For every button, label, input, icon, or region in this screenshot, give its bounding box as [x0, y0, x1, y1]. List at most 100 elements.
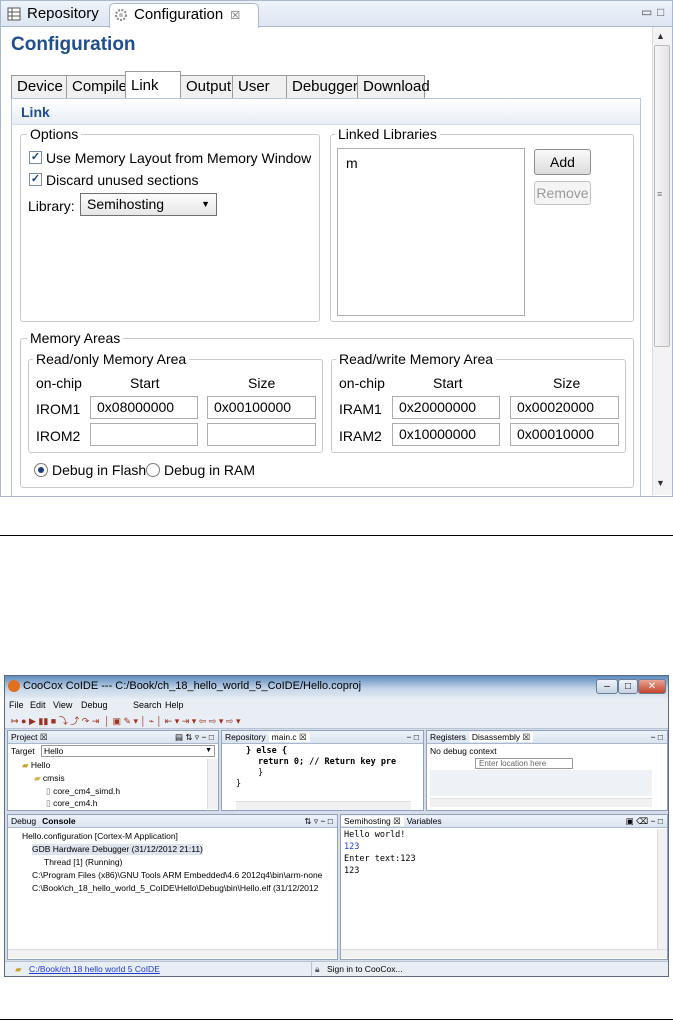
tab-output[interactable]: Output: [180, 75, 233, 99]
debug-pane: Debug Console ⇅ ▿ − □ Hello.configuration …: [7, 814, 338, 960]
pane-controls-icon[interactable]: ▤ ⇅ ▿ − □: [172, 731, 218, 743]
tab-registers[interactable]: Registers: [427, 732, 469, 742]
discard-unused-checkbox[interactable]: ✓: [29, 173, 42, 186]
tab-project[interactable]: Project ☒: [8, 732, 50, 742]
linked-libraries-list[interactable]: m: [337, 148, 525, 316]
iram2-start-input[interactable]: 0x10000000: [392, 423, 500, 446]
readonly-memory-legend: Read/only Memory Area: [33, 351, 190, 367]
scroll-down-icon[interactable]: ▼: [656, 478, 665, 488]
menu-help[interactable]: Help: [165, 698, 184, 713]
menu-view[interactable]: View: [53, 698, 72, 713]
tab-debugger[interactable]: Debugger: [286, 75, 358, 99]
code-line: } else {: [246, 746, 287, 757]
folder-icon: ▰: [34, 773, 41, 783]
irom2-start-input[interactable]: [90, 423, 198, 446]
debug-in-ram-radio[interactable]: [146, 463, 160, 477]
tab-configuration[interactable]: Configuration ☒: [109, 3, 259, 28]
maximize-icon[interactable]: □: [657, 5, 664, 19]
grip-icon: ≡: [657, 189, 663, 199]
memory-areas-legend: Memory Areas: [27, 330, 124, 346]
tab-user[interactable]: User: [232, 75, 287, 99]
debug-tree-item[interactable]: C:\Program Files (x86)\GNU Tools ARM Emb…: [32, 870, 334, 881]
tab-console[interactable]: Console: [39, 816, 79, 826]
pane-controls-icon[interactable]: − □: [404, 731, 423, 743]
tree-item-hello[interactable]: ▰ Hello: [22, 760, 50, 771]
debug-in-flash-radio[interactable]: [34, 463, 48, 477]
semihosting-hscrollbar[interactable]: [341, 949, 667, 958]
tree-item-cmsis[interactable]: ▰ cmsis: [34, 773, 65, 784]
window-close-button[interactable]: ✕: [638, 679, 666, 694]
tab-main-c[interactable]: main.c ☒: [268, 732, 310, 742]
tab-repository[interactable]: Repository: [3, 3, 113, 26]
pane-controls-icon[interactable]: − □: [648, 731, 667, 743]
options-legend: Options: [27, 126, 82, 142]
minimize-icon[interactable]: ▭: [641, 5, 652, 19]
debug-tree-item[interactable]: Thread [1] (Running): [44, 857, 122, 868]
target-select[interactable]: Hello ▼: [41, 745, 215, 757]
debug-tree-item[interactable]: Hello.configuration [Cortex-M Applicatio…: [22, 831, 178, 842]
remove-button[interactable]: Remove: [534, 181, 591, 205]
iram1-start-input[interactable]: 0x20000000: [392, 396, 500, 419]
sign-in-link[interactable]: Sign in to CooCox...: [327, 962, 403, 976]
tab-editor-repository[interactable]: Repository: [222, 732, 269, 742]
window-minimize-button[interactable]: –: [596, 679, 618, 694]
code-text: return 0; // Return key pre: [258, 757, 397, 767]
toolbar-icons[interactable]: ↦ ● ▶ ▮▮ ■ ⤵ ⤴ ↷ ⇥ │ ▣ ✎ ▾ │ ⌁ │ ⇤ ▾ ⇥ ▾…: [11, 716, 240, 726]
debug-tree-item[interactable]: C:\Book\ch_18_hello_world_5_CoIDE\Hello\…: [32, 883, 334, 894]
tab-link[interactable]: Link: [125, 71, 181, 97]
debug-tree-item[interactable]: GDB Hardware Debugger (31/12/2012 21:11): [32, 844, 203, 855]
readwrite-header-onchip: on-chip: [339, 375, 385, 391]
debug-in-ram-label: Debug in RAM: [164, 462, 256, 478]
tab-compile[interactable]: Compile: [66, 75, 127, 99]
tab-variables[interactable]: Variables: [404, 816, 445, 826]
location-placeholder: Enter location here: [479, 759, 547, 768]
window-maximize-button[interactable]: □: [618, 679, 638, 694]
coocox-logo-icon: [8, 680, 20, 692]
disassembly-hscrollbar[interactable]: [430, 798, 652, 807]
close-icon[interactable]: ☒: [230, 10, 240, 22]
tab-semihosting[interactable]: Semihosting ☒: [341, 816, 404, 826]
link-section-header: [12, 99, 640, 125]
tab-disassembly[interactable]: Disassembly ☒: [468, 732, 534, 742]
menu-edit[interactable]: Edit: [30, 698, 46, 713]
location-input[interactable]: Enter location here: [475, 758, 573, 769]
lock-icon: 🔒︎: [315, 964, 320, 974]
iram1-size-input[interactable]: 0x00020000: [510, 396, 619, 419]
editor-hscrollbar[interactable]: [236, 801, 411, 810]
menu-file[interactable]: File: [9, 698, 24, 713]
page-title: Configuration: [11, 34, 136, 55]
irom1-size-input[interactable]: 0x00100000: [207, 396, 316, 419]
tab-device[interactable]: Device: [11, 75, 67, 99]
tab-debug[interactable]: Debug: [8, 816, 39, 826]
divider: [0, 1019, 673, 1020]
tree-item-file[interactable]: ▯ core_cm4.h: [46, 798, 97, 809]
menu-search[interactable]: Search: [133, 698, 162, 713]
menu-debug[interactable]: Debug: [81, 698, 108, 713]
debug-context-text: No debug context: [430, 746, 497, 756]
project-scrollbar[interactable]: [207, 759, 218, 809]
semihosting-scrollbar[interactable]: [657, 829, 667, 949]
library-select[interactable]: Semihosting ▼: [80, 193, 217, 216]
irom1-start-input[interactable]: 0x08000000: [90, 396, 198, 419]
pane-controls-icon[interactable]: ⇅ ▿ − □: [301, 815, 337, 827]
list-item[interactable]: m: [346, 155, 358, 171]
disassembly-view: [430, 770, 652, 796]
scroll-up-icon[interactable]: ▲: [656, 31, 665, 41]
editor-pane-tabs: Repository main.c ☒ − □: [222, 731, 423, 744]
tree-item-file[interactable]: ▯ core_cm4_simd.h: [46, 786, 120, 797]
discard-unused-label: Discard unused sections: [46, 172, 199, 188]
target-label: Target: [11, 746, 35, 756]
code-line: }: [258, 768, 264, 778]
project-path-link[interactable]: C:/Book/ch 18 hello world 5 CoIDE: [29, 962, 160, 976]
irom2-size-input[interactable]: [207, 423, 316, 446]
debug-hscrollbar[interactable]: [8, 949, 337, 958]
iram2-size-input[interactable]: 0x00010000: [510, 423, 619, 446]
use-memory-layout-checkbox[interactable]: ✓: [29, 151, 42, 164]
tab-download[interactable]: Download: [357, 75, 430, 99]
pane-controls-icon[interactable]: ▣ ⌫ − □: [623, 815, 667, 827]
divider: [0, 535, 673, 536]
file-icon: ▯: [46, 798, 51, 808]
add-button[interactable]: Add: [534, 149, 591, 175]
console-input-line: 123: [344, 842, 360, 852]
chevron-down-icon: ▼: [201, 199, 210, 209]
